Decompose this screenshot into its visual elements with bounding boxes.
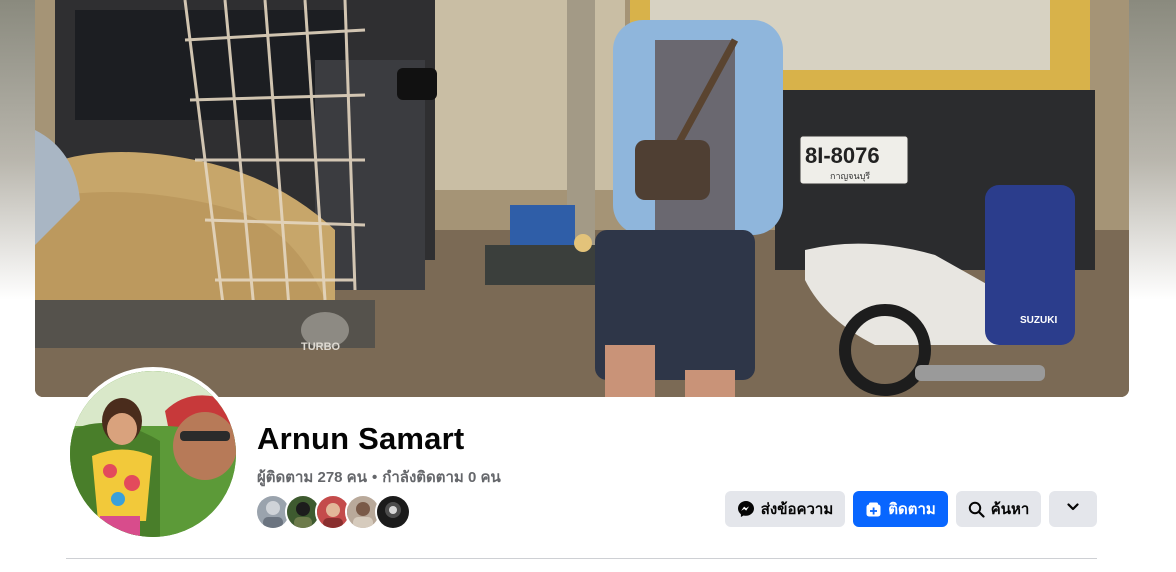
more-options-button[interactable]	[1049, 491, 1097, 527]
cover-photo[interactable]: TURBO 8I-8076 กาญจนบุรี SUZUKI	[35, 0, 1129, 397]
message-label: ส่งข้อความ	[760, 501, 834, 518]
search-button[interactable]: ค้นหา	[956, 491, 1041, 527]
follow-button[interactable]: ติดตาม	[853, 491, 948, 527]
follow-label: ติดตาม	[888, 501, 936, 518]
messenger-icon	[737, 500, 755, 518]
message-button[interactable]: ส่งข้อความ	[725, 491, 845, 527]
plate-province: กาญจนบุรี	[830, 171, 870, 182]
profile-picture-frame[interactable]	[66, 367, 240, 541]
profile-picture[interactable]	[70, 371, 236, 537]
follow-icon	[865, 501, 882, 518]
tailgate-text: TURBO	[301, 341, 341, 353]
chevron-down-icon	[1066, 500, 1080, 518]
search-icon	[968, 501, 985, 518]
motorcycle-text: SUZUKI	[1020, 315, 1057, 326]
stats-separator: •	[371, 469, 378, 486]
search-label: ค้นหา	[990, 501, 1030, 518]
follow-stats: ผู้ติดตาม 278 คน • กำลังติดตาม 0 คน	[257, 465, 501, 489]
friend-avatar[interactable]	[375, 494, 411, 530]
profile-name: Arnun Samart	[257, 421, 465, 456]
plate-number: 8I-8076	[805, 143, 880, 168]
followers-count[interactable]: ผู้ติดตาม 278 คน	[257, 469, 367, 486]
following-count[interactable]: กำลังติดตาม 0 คน	[382, 469, 501, 486]
friends-preview	[255, 494, 411, 530]
profile-header-divider	[66, 558, 1097, 559]
